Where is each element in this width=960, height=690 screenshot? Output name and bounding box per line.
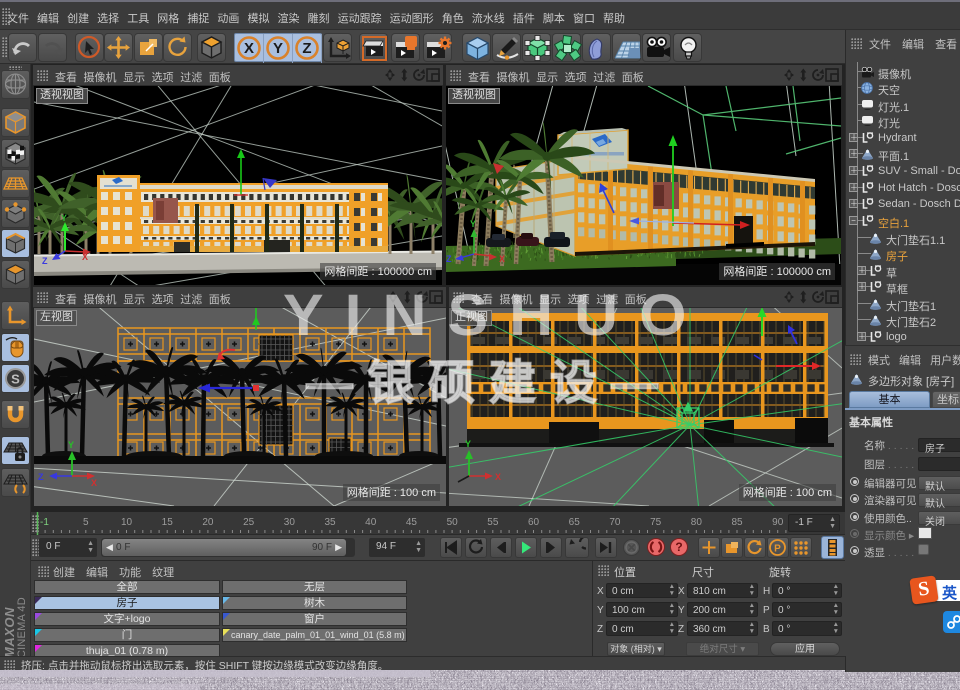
svg-text:X: X — [82, 252, 88, 262]
svg-text:X: X — [499, 254, 505, 264]
svg-text:65: 65 — [569, 517, 581, 528]
svg-text:30: 30 — [284, 517, 296, 528]
svg-text:X: X — [244, 40, 254, 57]
svg-text:10: 10 — [121, 517, 133, 528]
svg-text:X: X — [495, 472, 501, 482]
svg-text:-1: -1 — [40, 517, 49, 528]
svg-text:70: 70 — [609, 517, 621, 528]
svg-text:80: 80 — [691, 517, 703, 528]
svg-text:Z: Z — [446, 254, 452, 264]
svg-text:5: 5 — [83, 517, 89, 528]
svg-text:35: 35 — [324, 517, 336, 528]
svg-text:90: 90 — [772, 517, 784, 528]
svg-text:X: X — [91, 478, 97, 488]
svg-text:Y: Y — [273, 40, 283, 57]
svg-text:20: 20 — [202, 517, 214, 528]
svg-text:75: 75 — [650, 517, 662, 528]
svg-text:Y: Y — [61, 213, 67, 223]
svg-text:55: 55 — [487, 517, 499, 528]
svg-text:85: 85 — [731, 517, 743, 528]
svg-text:P: P — [774, 544, 781, 555]
svg-text:Y: Y — [68, 440, 74, 450]
svg-text:Z: Z — [302, 40, 311, 57]
svg-text:Y: Y — [465, 439, 471, 449]
svg-text:S: S — [11, 372, 20, 387]
svg-text:25: 25 — [243, 517, 255, 528]
svg-text:50: 50 — [447, 517, 459, 528]
svg-text:45: 45 — [406, 517, 418, 528]
svg-text:Y: Y — [470, 219, 476, 229]
svg-text:Z: Z — [42, 256, 48, 266]
svg-text:15: 15 — [162, 517, 174, 528]
svg-text:40: 40 — [365, 517, 377, 528]
svg-text:60: 60 — [528, 517, 540, 528]
svg-text:Z: Z — [38, 472, 44, 482]
